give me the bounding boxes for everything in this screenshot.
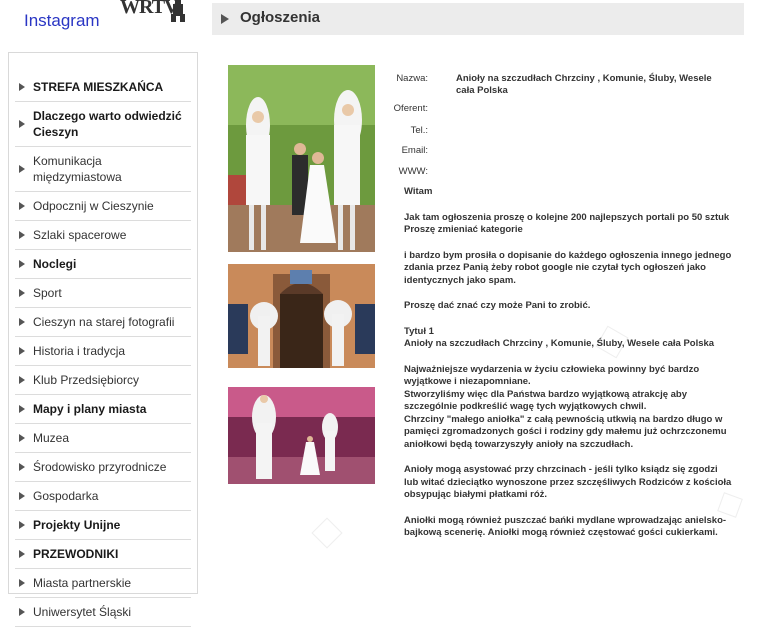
sidebar-item-label: Miasta partnerskie [33,576,132,590]
arrow-bullet-icon [19,463,25,471]
sidebar-item-label: Odpocznij w Cieszynie [33,199,154,213]
sidebar-list: STREFA MIESZKAŃCA Dlaczego warto odwiedzi… [9,73,197,627]
sidebar-item[interactable]: Szlaki spacerowe [15,221,191,250]
arrow-bullet-icon [19,165,25,173]
name-label: Nazwa: [396,73,428,84]
angels-church-photo[interactable] [228,264,375,368]
sidebar-item[interactable]: Dlaczego warto odwiedzić Cieszyn [15,102,191,147]
sidebar-item[interactable]: Sport [15,279,191,308]
instagram-link[interactable]: Instagram [24,11,100,31]
sidebar-item[interactable]: Uniwersytet Śląski [15,598,191,627]
name-value: Anioły na szczudłach Chrzciny , Komunie,… [456,73,712,96]
phone-label: Tel.: [410,125,428,136]
wrtv-logo[interactable]: WRTV [120,0,179,19]
angels-wedding-photo[interactable] [228,65,375,252]
sidebar-item-label: Mapy i plany miasta [33,402,147,416]
description-paragraph: Proszę dać znać czy może Pani to zrobić. [404,300,591,311]
arrow-bullet-icon [19,231,25,239]
arrow-bullet-icon [19,492,25,500]
description-paragraph: i bardzo bym prosiła o dopisanie do każd… [404,249,732,286]
sidebar-item-label: Uniwersytet Śląski [33,605,132,619]
arrow-bullet-icon [19,376,25,384]
arrow-bullet-icon [19,347,25,355]
sidebar-item[interactable]: Gospodarka [15,482,191,511]
arrow-bullet-icon [19,83,25,91]
description-paragraph: Anioły mogą asystować przy chrzcinach - … [404,464,732,500]
listing-author-row: Oferent: [378,100,728,122]
tower-icon [171,0,185,22]
arrow-bullet-icon [19,289,25,297]
sidebar-item[interactable]: Mapy i plany miasta [15,395,191,424]
arrow-bullet-icon [19,120,25,128]
sidebar-item-label: Klub Przedsiębiorcy [33,373,140,387]
description-paragraph: Aniołki mogą również puszczać bańki mydl… [404,514,727,539]
sidebar-item[interactable]: Cieszyn na starej fotografii [15,308,191,337]
sidebar-item[interactable]: Projekty Unijne [15,511,191,540]
arrow-bullet-icon [19,521,25,529]
sidebar-item-label: Gospodarka [33,489,99,503]
listing-www-row: WWW: [378,163,728,183]
sidebar-item-label: Szlaki spacerowe [33,228,127,242]
arrow-bullet-icon [19,434,25,442]
listing-description: Witam Jak tam ogłoszenia proszę o kolejn… [404,186,734,553]
sidebar-item[interactable]: PRZEWODNIKI [15,540,191,569]
listing-name-row: Nazwa: Anioły na szczudłach Chrzciny , K… [378,66,728,100]
sidebar-item[interactable]: Komunikacja międzymiastowa [15,147,191,192]
sidebar-item-label: Cieszyn na starej fotografii [33,315,175,329]
description-paragraph: Najważniejsze wydarzenia w życiu człowie… [404,363,727,450]
sidebar-item-label: Projekty Unijne [33,518,121,532]
arrow-bullet-icon [19,202,25,210]
arrow-bullet-icon [19,608,25,616]
arrow-bullet-icon [19,405,25,413]
sidebar-item-label: Komunikacja międzymiastowa [33,154,122,184]
listing-details: Nazwa: Anioły na szczudłach Chrzciny , K… [378,66,728,183]
sidebar-item-label: Muzea [33,431,70,445]
sidebar-item-label: PRZEWODNIKI [33,547,119,561]
author-label: Oferent: [393,103,428,114]
sidebar-item-label: STREFA MIESZKAŃCA [33,80,164,94]
greeting: Witam [404,186,433,197]
background-decoration [311,517,343,549]
listing-email-row: Email: [378,142,728,163]
arrow-bullet-icon [19,550,25,558]
sidebar-item[interactable]: Miasta partnerskie [15,569,191,598]
sidebar-item[interactable]: Klub Przedsiębiorcy [15,366,191,395]
arrow-bullet-icon [19,318,25,326]
sidebar-item-label: Historia i tradycja [33,344,126,358]
section-header: Ogłoszenia [212,3,744,35]
sidebar-item[interactable]: Historia i tradycja [15,337,191,366]
sidebar-item-label: Dlaczego warto odwiedzić Cieszyn [33,109,182,139]
www-label: WWW: [398,166,428,177]
sidebar-item[interactable]: Noclegi [15,250,191,279]
sidebar-item[interactable]: Środowisko przyrodnicze [15,453,191,482]
angels-reception-photo[interactable] [228,387,375,484]
sidebar-item-label: Sport [33,286,62,300]
arrow-bullet-icon [19,260,25,268]
description-paragraph: Tytuł 1 Anioły na szczudłach Chrzciny , … [404,325,715,350]
sidebar-item-label: Środowisko przyrodnicze [33,460,167,474]
email-label: Email: [401,145,428,156]
sidebar-item[interactable]: Muzea [15,424,191,453]
top-bar: Instagram WRTV [0,0,200,40]
sidebar-nav: STREFA MIESZKAŃCA Dlaczego warto odwiedzi… [8,52,198,627]
sidebar-item[interactable]: STREFA MIESZKAŃCA [15,73,191,102]
sidebar-item-label: Noclegi [33,257,77,271]
sidebar-item[interactable]: Odpocznij w Cieszynie [15,192,191,221]
arrow-bullet-icon [19,579,25,587]
arrow-bullet-icon [221,14,229,24]
page-title: Ogłoszenia [240,9,321,26]
listing-phone-row: Tel.: [378,122,728,142]
description-paragraph: Jak tam ogłoszenia proszę o kolejne 200 … [404,211,730,236]
